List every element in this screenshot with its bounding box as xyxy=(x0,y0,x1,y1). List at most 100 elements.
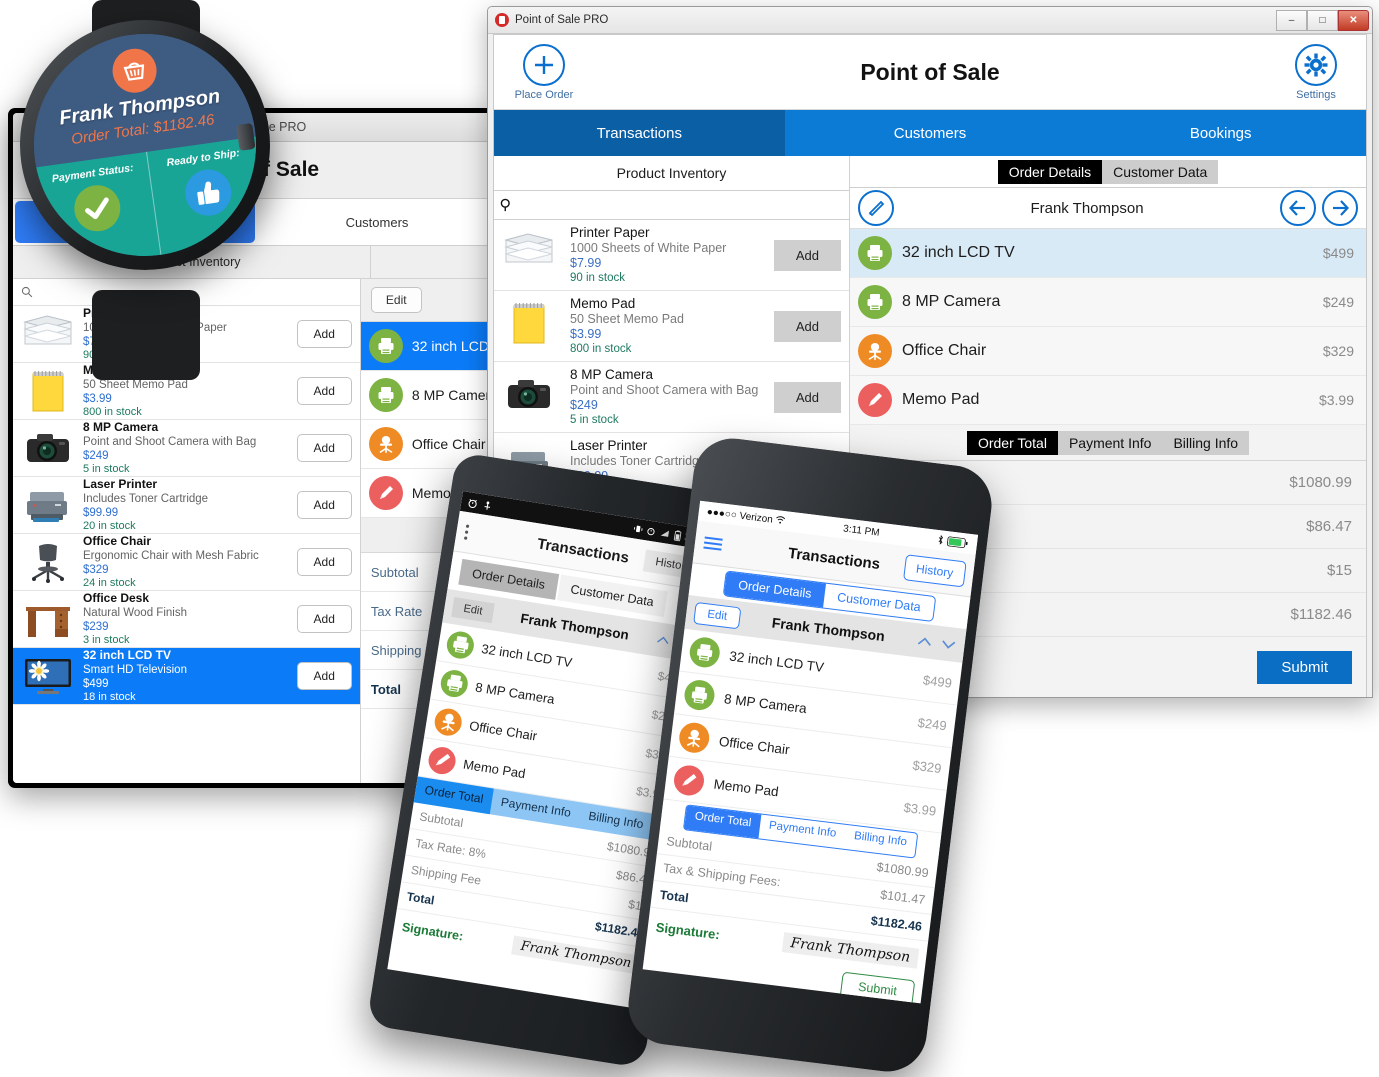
maximize-button[interactable]: □ xyxy=(1307,9,1338,31)
product-row[interactable]: Office Desk Natural Wood Finish $239 3 in s… xyxy=(13,591,360,648)
tab-customers[interactable]: Customers xyxy=(785,110,1076,156)
edit-button[interactable]: Edit xyxy=(693,601,742,630)
add-button[interactable]: Add xyxy=(296,434,352,462)
product-row[interactable]: 8 MP Camera Point and Shoot Camera with B… xyxy=(494,362,849,433)
printer-circle-icon xyxy=(445,629,476,661)
paper-stack-icon xyxy=(502,230,562,280)
place-order-label: Place Order xyxy=(514,88,574,101)
product-description: Point and Shoot Camera with Bag xyxy=(570,382,759,397)
add-button[interactable]: Add xyxy=(296,491,352,519)
watch-payment-status[interactable]: Payment Status: xyxy=(36,152,160,271)
printer-circle-icon xyxy=(682,678,717,712)
shopping-basket-icon xyxy=(109,45,160,96)
printer-circle-icon xyxy=(438,667,470,699)
product-stock: 5 in stock xyxy=(570,414,619,427)
search-icon xyxy=(500,198,510,212)
ios-order-rows: 32 inch LCD TV $499 8 MP Camera $249 Office … xyxy=(663,628,963,834)
order-item-price: $3.99 xyxy=(1318,392,1354,409)
paper-stack-icon xyxy=(21,312,75,356)
iphone-screen: ●●●○○ Verizon 3:11 PM Transactions Histo… xyxy=(642,500,979,1004)
tab-customers[interactable]: Customers xyxy=(257,199,498,245)
add-button[interactable]: Add xyxy=(296,377,352,405)
close-button[interactable]: ✕ xyxy=(1338,9,1369,31)
product-description: 1000 Sheets of White Paper xyxy=(570,240,727,255)
order-item-name: 8 MP Camera xyxy=(411,387,498,403)
chevron-up-icon[interactable] xyxy=(655,634,670,646)
product-name: 8 MP Camera xyxy=(83,419,159,434)
windows-order-rows: 32 inch LCD TV $499 8 MP Camera $249 Office … xyxy=(850,229,1366,426)
order-item-price: $329 xyxy=(911,757,943,776)
tab-transactions[interactable]: Transactions xyxy=(494,110,785,156)
product-row[interactable]: Office Chair Ergonomic Chair with Mesh Fa… xyxy=(13,534,360,591)
payment-status-label: Payment Status: xyxy=(51,161,135,185)
order-item-row[interactable]: 8 MP Camera xyxy=(360,371,498,420)
product-row[interactable]: Printer Paper1000 Sheets of White Paper$… xyxy=(494,220,849,291)
pen-circle-icon xyxy=(858,383,892,418)
history-button[interactable]: History xyxy=(902,554,967,588)
segment-billing-info[interactable]: Billing Info xyxy=(1162,431,1249,455)
checkmark-icon[interactable] xyxy=(71,181,124,234)
order-item-row[interactable]: Memo Pad $3.99 xyxy=(850,376,1366,426)
product-stock: 3 in stock xyxy=(83,633,130,646)
add-button[interactable]: Add xyxy=(296,605,352,633)
segment-customer-data[interactable]: Customer Data xyxy=(1102,160,1218,184)
printer-circle-icon xyxy=(368,329,403,363)
submit-button[interactable]: Submit xyxy=(1257,650,1352,684)
tab-bookings[interactable]: Bookings xyxy=(1075,110,1366,156)
add-button[interactable]: Add xyxy=(296,662,352,690)
chair-circle-icon xyxy=(432,706,464,738)
product-price: $99.99 xyxy=(83,506,119,519)
next-arrow-icon[interactable] xyxy=(1322,190,1358,227)
signature-label: Signature: xyxy=(400,919,465,944)
previous-arrow-icon[interactable] xyxy=(1280,190,1316,227)
memo-pad-icon xyxy=(502,301,562,351)
order-item-price: $249 xyxy=(1322,294,1354,311)
product-row[interactable]: 8 MP Camera Point and Shoot Camera with B… xyxy=(13,420,360,477)
total-value: $1080.99 xyxy=(875,860,930,881)
product-price: $249 xyxy=(83,449,109,462)
chevron-down-icon[interactable] xyxy=(940,638,957,651)
page-title: Point of Sale xyxy=(860,58,1000,85)
order-item-row[interactable]: 8 MP Camera $249 xyxy=(850,278,1366,328)
total-segmented-control[interactable]: Order Total Payment Info Billing Info xyxy=(966,430,1250,455)
alarm-icon xyxy=(468,498,478,508)
carrier-label: Verizon xyxy=(738,510,774,526)
product-row[interactable]: Memo Pad50 Sheet Memo Pad$3.99800 in sto… xyxy=(494,291,849,362)
settings-label: Settings xyxy=(1296,88,1336,101)
product-stock: 24 in stock xyxy=(83,576,136,589)
windows-window-controls[interactable]: – □ ✕ xyxy=(1276,9,1369,31)
add-button[interactable]: Add xyxy=(773,239,841,271)
watch-ready-to-ship[interactable]: Ready to Ship: xyxy=(146,136,270,255)
product-description: Natural Wood Finish xyxy=(83,606,187,619)
edit-pencil-icon[interactable] xyxy=(858,190,894,227)
add-button[interactable]: Add xyxy=(773,310,841,342)
detail-segmented-control[interactable]: Order Details Customer Data xyxy=(997,159,1219,184)
product-price: $7.99 xyxy=(570,256,602,271)
segment-order-total[interactable]: Order Total xyxy=(966,430,1058,455)
order-item-row[interactable]: 32 inch LCD TV $499 xyxy=(850,229,1366,279)
segment-payment-info[interactable]: Payment Info xyxy=(1058,431,1163,455)
total-label: Total xyxy=(405,889,436,908)
screenshot-stage: Point of Sale PRO Place Order Point of S… xyxy=(0,0,1379,1077)
search-icon xyxy=(21,286,33,298)
ready-to-ship-label: Ready to Ship: xyxy=(165,146,241,169)
edit-button[interactable]: Edit xyxy=(370,287,422,313)
edit-button[interactable]: Edit xyxy=(451,597,495,624)
product-row[interactable]: Laser PrinterIncludes Toner Cartridge$99… xyxy=(13,477,360,534)
android-notification-icons xyxy=(466,496,493,511)
product-info: 32 inch LCD TV Smart HD Television $499 18 … xyxy=(83,648,297,704)
product-row[interactable]: 32 inch LCD TV Smart HD Television $499 18 … xyxy=(13,648,360,705)
search-input[interactable] xyxy=(494,191,849,220)
thumbs-up-icon[interactable] xyxy=(181,166,234,219)
order-item-row[interactable]: Office Chair $329 xyxy=(850,327,1366,377)
product-description: Smart HD Television xyxy=(83,663,187,676)
watch-crown-button[interactable] xyxy=(236,122,256,151)
add-button[interactable]: Add xyxy=(296,548,352,576)
chevron-up-icon[interactable] xyxy=(916,635,933,648)
minimize-button[interactable]: – xyxy=(1276,9,1307,31)
add-button[interactable]: Add xyxy=(773,381,841,413)
add-button[interactable]: Add xyxy=(296,320,352,348)
order-item-row[interactable]: 32 inch LCD xyxy=(360,322,498,371)
product-stock: 5 in stock xyxy=(83,462,130,475)
segment-order-details[interactable]: Order Details xyxy=(997,159,1103,184)
